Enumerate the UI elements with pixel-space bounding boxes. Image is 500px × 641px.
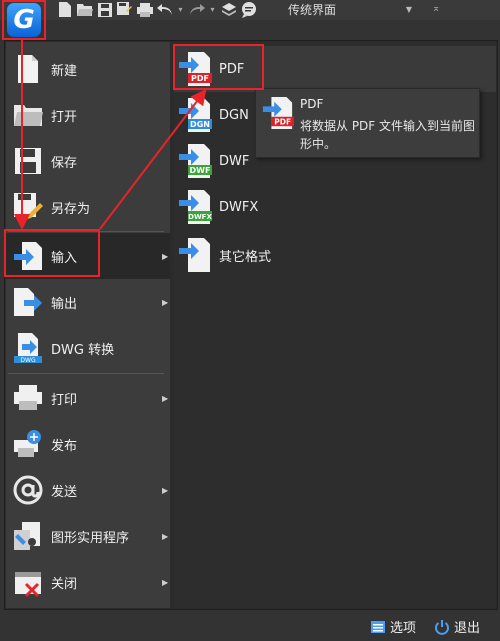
submenu-arrow-icon: ▶: [162, 577, 169, 587]
submenu-item-label: DWFX: [219, 199, 259, 215]
application-menu-left-column: 新建 打开 保存 另存为 输入 ▶ 输出 ▶ DWG DWG 转换 打印 ▶ 发…: [6, 42, 170, 608]
new-file-icon: [18, 55, 38, 83]
exit-button[interactable]: 退出: [434, 617, 480, 636]
menu-item-label: 图形实用程序: [51, 530, 130, 546]
workspace-dropdown[interactable]: 传统界面 ▼: [286, 0, 418, 18]
quick-access-icons: ▾ ▾: [56, 1, 257, 18]
menu-item-label: 发布: [51, 438, 78, 454]
submenu-arrow-icon: ▶: [162, 485, 169, 495]
application-menu-button[interactable]: G: [2, 0, 46, 40]
undo-icon[interactable]: [156, 1, 173, 18]
svg-text:PDF: PDF: [274, 117, 291, 126]
dwg-convert-icon: DWG: [14, 333, 42, 364]
workspace-label: 传统界面: [288, 2, 337, 17]
other-formats-import-icon: [179, 238, 210, 272]
customize-toolbar-icon[interactable]: ⌅: [432, 3, 440, 14]
submenu-item-label: DGN: [219, 107, 249, 123]
menu-item-drawing-utilities[interactable]: 图形实用程序 ▶: [6, 513, 170, 559]
publish-icon: [14, 430, 41, 457]
new-icon[interactable]: [56, 1, 73, 18]
save-icon: [15, 148, 41, 174]
dwfx-import-icon: DWFX: [179, 190, 212, 224]
drawing-utilities-icon: [14, 522, 40, 550]
application-menu-footer: 选项 退出: [0, 611, 500, 641]
menu-item-new[interactable]: 新建: [6, 46, 170, 92]
menu-item-open[interactable]: 打开: [6, 92, 170, 138]
menu-item-publish[interactable]: 发布: [6, 421, 170, 467]
options-label: 选项: [390, 621, 417, 636]
submenu-item-label: PDF: [219, 61, 245, 77]
svg-text:DWFX: DWFX: [188, 213, 212, 221]
svg-text:DGN: DGN: [190, 120, 210, 129]
save-as-icon[interactable]: [116, 1, 133, 18]
tooltip-title: PDF: [300, 97, 324, 111]
svg-text:DWF: DWF: [190, 166, 211, 175]
menu-item-import[interactable]: 输入 ▶: [6, 233, 170, 279]
menu-item-label: DWG 转换: [51, 342, 115, 358]
menu-item-label: 保存: [51, 155, 78, 171]
dwf-import-icon: DWF: [179, 144, 212, 178]
menu-item-label: 输入: [51, 250, 78, 266]
layers-icon[interactable]: [220, 1, 237, 18]
chevron-down-icon: ▼: [405, 4, 412, 14]
menu-item-label: 关闭: [51, 576, 78, 592]
import-icon: [14, 242, 42, 270]
power-icon: [435, 619, 449, 635]
app-logo-icon: G: [7, 3, 41, 37]
menu-item-label: 发送: [51, 484, 78, 500]
export-icon: [14, 288, 42, 316]
open-icon[interactable]: [76, 1, 93, 18]
undo-dropdown-icon[interactable]: ▾: [176, 1, 185, 18]
chat-icon[interactable]: [240, 1, 257, 18]
pdf-import-icon: PDF: [262, 97, 294, 129]
menu-item-label: 打印: [51, 392, 78, 408]
submenu-item-other-formats[interactable]: 其它格式: [174, 232, 496, 278]
menu-divider: [8, 231, 164, 232]
redo-dropdown-icon[interactable]: ▾: [208, 1, 217, 18]
menu-item-save-as[interactable]: 另存为: [6, 184, 170, 230]
pdf-tooltip: PDF PDF 将数据从 PDF 文件输入到当前图形中。: [255, 88, 480, 158]
tooltip-description: 将数据从 PDF 文件输入到当前图形中。: [300, 119, 476, 151]
menu-item-export[interactable]: 输出 ▶: [6, 279, 170, 325]
save-icon[interactable]: [96, 1, 113, 18]
menu-item-label: 打开: [51, 109, 78, 125]
svg-text:PDF: PDF: [191, 74, 209, 83]
menu-item-save[interactable]: 保存: [6, 138, 170, 184]
menu-item-print[interactable]: 打印 ▶: [6, 375, 170, 421]
redo-icon[interactable]: [188, 1, 205, 18]
svg-text:DWG: DWG: [20, 357, 36, 364]
submenu-arrow-icon: ▶: [162, 297, 169, 307]
email-at-icon: [13, 475, 43, 505]
submenu-item-label: 其它格式: [219, 249, 272, 265]
dgn-import-icon: DGN: [179, 98, 212, 132]
printer-icon: [14, 385, 42, 410]
submenu-item-dwfx[interactable]: DWFX DWFX: [174, 184, 496, 230]
submenu-arrow-icon: ▶: [162, 531, 169, 541]
close-drawing-icon: [15, 572, 41, 598]
options-button[interactable]: 选项: [370, 617, 416, 636]
menu-item-send[interactable]: 发送 ▶: [6, 467, 170, 513]
quick-access-toolbar: ▾ ▾ 传统界面 ▼ ⌅: [0, 0, 500, 20]
menu-item-label: 输出: [51, 296, 78, 312]
exit-label: 退出: [454, 621, 481, 636]
save-as-icon: [14, 193, 43, 219]
menu-item-label: 新建: [51, 63, 78, 79]
print-icon[interactable]: [136, 1, 153, 18]
menu-item-label: 另存为: [51, 201, 91, 217]
options-icon: [371, 620, 385, 633]
submenu-arrow-icon: ▶: [162, 393, 169, 403]
menu-divider: [8, 373, 164, 374]
menu-item-close[interactable]: 关闭 ▶: [6, 559, 170, 605]
submenu-arrow-icon: ▶: [162, 251, 169, 261]
submenu-item-pdf[interactable]: PDF PDF: [174, 46, 496, 92]
pdf-import-icon: PDF: [179, 52, 212, 86]
menu-item-dwg-convert[interactable]: DWG DWG 转换: [6, 325, 170, 371]
open-folder-icon: [14, 105, 43, 126]
submenu-item-label: DWF: [219, 153, 250, 169]
